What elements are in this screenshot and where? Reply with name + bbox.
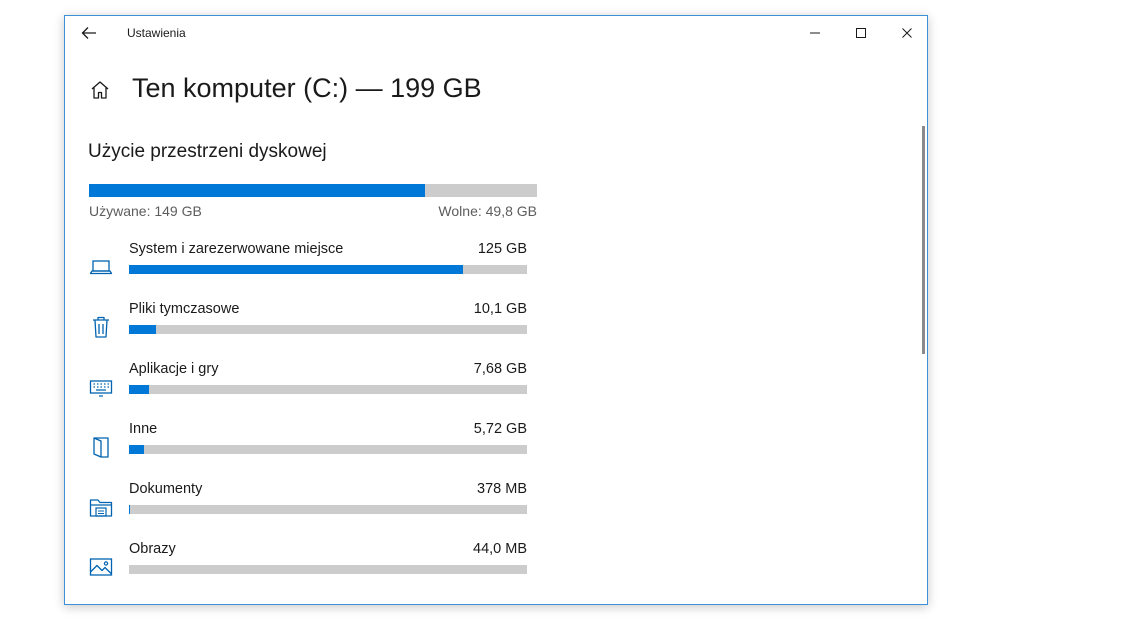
picture-icon xyxy=(89,555,113,579)
category-bar xyxy=(129,265,527,274)
home-button[interactable] xyxy=(89,79,111,101)
storage-usage-bar-fill xyxy=(89,184,425,197)
category-name: System i zarezerwowane miejsce xyxy=(129,241,344,257)
scrollbar-thumb[interactable] xyxy=(922,126,925,354)
minimize-icon xyxy=(810,32,820,34)
maximize-icon xyxy=(856,28,866,38)
category-apps-games[interactable]: Aplikacje i gry 7,68 GB xyxy=(65,361,535,421)
category-bar xyxy=(129,325,527,334)
storage-usage-bar xyxy=(89,184,537,197)
home-icon xyxy=(91,81,109,99)
keyboard-icon xyxy=(89,375,113,399)
category-documents[interactable]: Dokumenty 378 MB xyxy=(65,481,535,541)
category-size: 125 GB xyxy=(477,241,527,257)
category-bar-fill xyxy=(129,265,464,274)
category-bar xyxy=(129,505,527,514)
category-name: Pliki tymczasowe xyxy=(129,301,240,317)
close-button[interactable] xyxy=(887,20,927,46)
back-arrow-icon xyxy=(81,27,96,39)
title-bar: Ustawienia xyxy=(65,16,927,49)
category-size: 7,68 GB xyxy=(473,361,527,377)
category-bar xyxy=(129,385,527,394)
category-bar-fill xyxy=(129,505,130,514)
close-icon xyxy=(902,28,912,38)
category-bar-fill xyxy=(129,385,149,394)
category-bar xyxy=(129,445,527,454)
category-bar-fill xyxy=(129,445,145,454)
category-name: Inne xyxy=(129,421,158,437)
section-title: Użycie przestrzeni dyskowej xyxy=(88,141,327,162)
free-space-label: Wolne: 49,8 GB xyxy=(438,203,537,219)
settings-window: Ustawienia Ten komputer (C:) — 199 GB Uż… xyxy=(64,15,928,605)
page-title: Ten komputer (C:) — 199 GB xyxy=(132,73,482,103)
category-size: 44,0 MB xyxy=(473,541,527,557)
category-size: 10,1 GB xyxy=(473,301,527,317)
category-size: 378 MB xyxy=(477,481,527,497)
laptop-icon xyxy=(89,255,113,279)
category-temp-files[interactable]: Pliki tymczasowe 10,1 GB xyxy=(65,301,535,361)
used-space-label: Używane: 149 GB xyxy=(89,203,202,219)
screen: Ustawienia Ten komputer (C:) — 199 GB Uż… xyxy=(0,0,1134,638)
category-system[interactable]: System i zarezerwowane miejsce 125 GB xyxy=(65,241,535,301)
maximize-button[interactable] xyxy=(841,20,881,46)
category-pictures[interactable]: Obrazy 44,0 MB xyxy=(65,541,535,601)
category-name: Dokumenty xyxy=(129,481,203,497)
category-bar-fill xyxy=(129,325,157,334)
category-name: Aplikacje i gry xyxy=(129,361,219,377)
minimize-button[interactable] xyxy=(795,20,835,46)
back-button[interactable] xyxy=(77,22,101,44)
category-name: Obrazy xyxy=(129,541,176,557)
folder-page-icon xyxy=(89,435,113,459)
trash-icon xyxy=(89,315,113,339)
category-other[interactable]: Inne 5,72 GB xyxy=(65,421,535,481)
category-bar xyxy=(129,565,527,574)
category-size: 5,72 GB xyxy=(473,421,527,437)
documents-folder-icon xyxy=(89,495,113,519)
app-title: Ustawienia xyxy=(127,26,186,40)
